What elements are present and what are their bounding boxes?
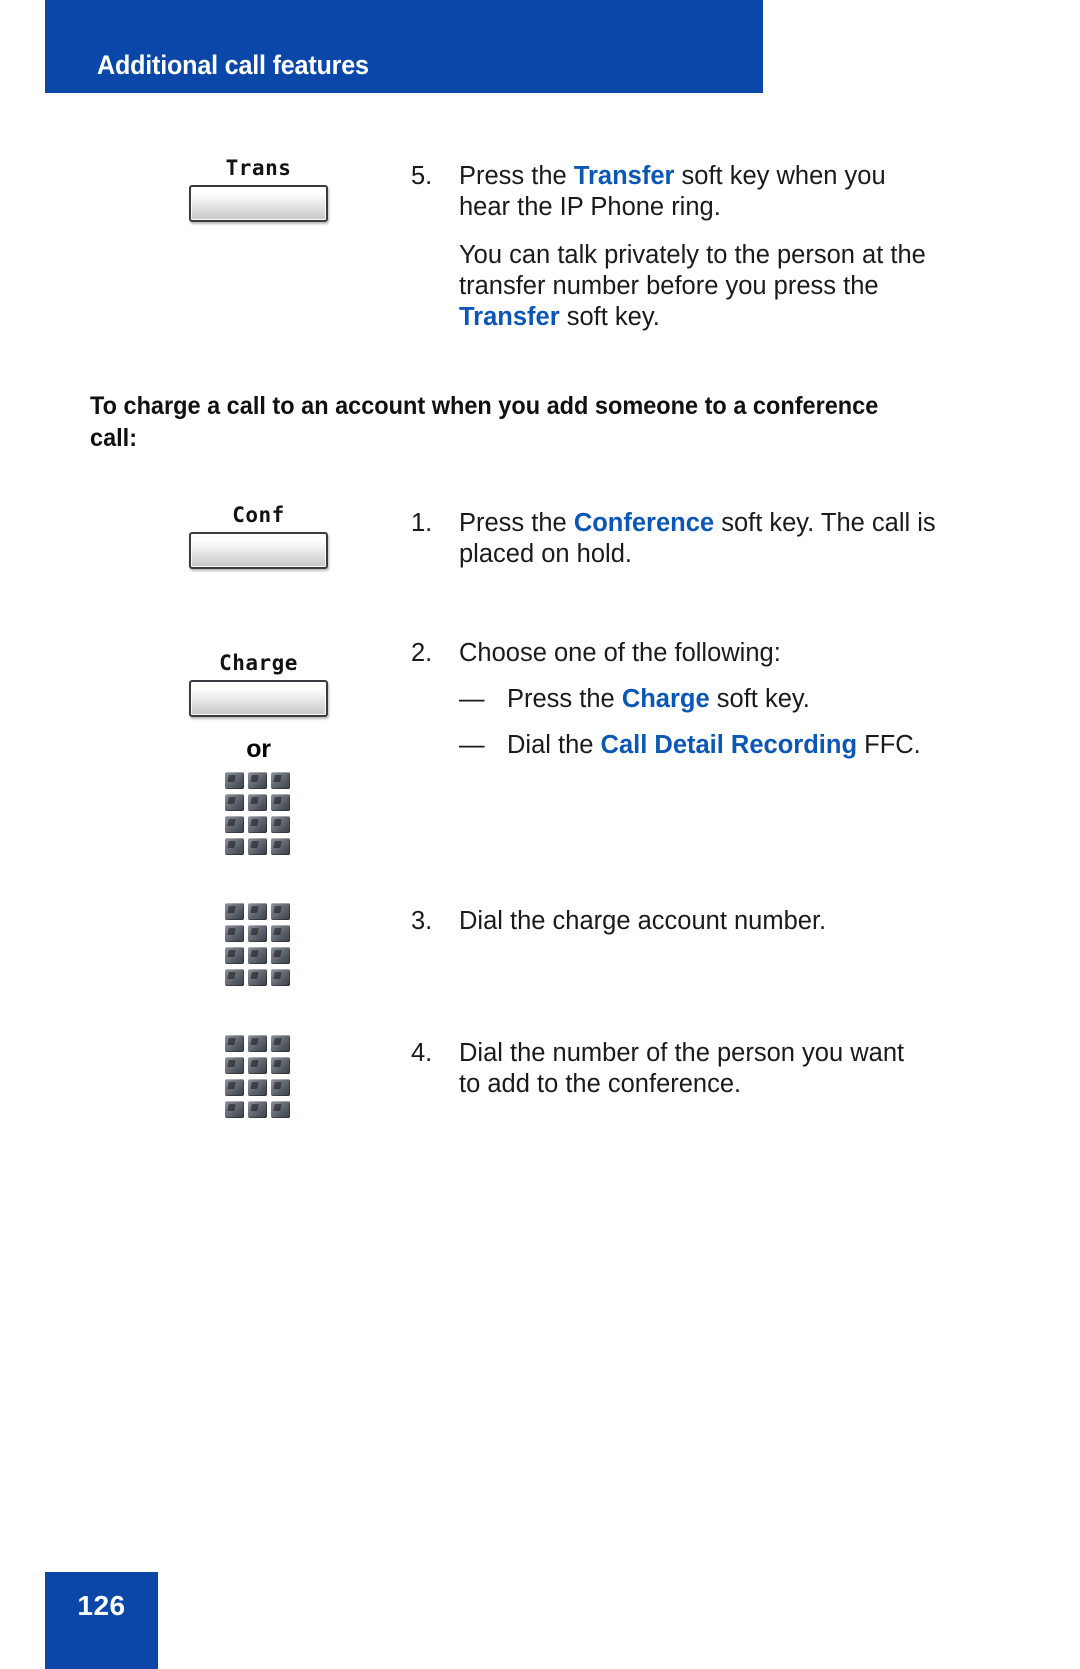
step-choose-text: Choose one of the following: [459, 639, 781, 667]
text-fragment: soft key. [709, 685, 810, 713]
keypad-key[interactable] [225, 1035, 244, 1052]
step-dial-account: 3. Dial the charge account number. [411, 906, 941, 937]
step-choose: 2. Choose one of the following: [411, 638, 941, 669]
keypad-key[interactable] [248, 1057, 267, 1074]
page-title: Additional call features [97, 50, 369, 80]
keypad-key[interactable] [271, 1079, 290, 1096]
keypad-key[interactable] [225, 794, 244, 811]
choose-option-charge-text: Press the Charge soft key. [507, 684, 810, 715]
keypad-key[interactable] [248, 1035, 267, 1052]
note-transfer-privacy: You can talk privately to the person at … [459, 240, 929, 333]
keypad-key[interactable] [225, 772, 244, 789]
step-choose-number: 2. [411, 639, 433, 667]
page-number: 126 [77, 1590, 126, 1621]
softkey-trans[interactable]: Trans [186, 158, 331, 222]
text-fragment: Press the [507, 685, 622, 713]
page-header-band: Additional call features [45, 0, 763, 93]
keypad-key[interactable] [225, 816, 244, 833]
keypad-key[interactable] [225, 1057, 244, 1074]
keypad-key[interactable] [271, 794, 290, 811]
softkey-charge[interactable]: Charge [186, 653, 331, 717]
keypad-key[interactable] [225, 903, 244, 920]
keypad-key[interactable] [271, 772, 290, 789]
keypad-key[interactable] [248, 947, 267, 964]
keypad-key[interactable] [271, 947, 290, 964]
keypad-key[interactable] [248, 794, 267, 811]
keypad-key[interactable] [225, 1079, 244, 1096]
keypad-key[interactable] [248, 816, 267, 833]
keypad-key[interactable] [271, 925, 290, 942]
keypad-key[interactable] [248, 925, 267, 942]
or-separator: or [246, 735, 271, 763]
keypad-grid [225, 1035, 291, 1118]
keypad-icon-dial-ffc[interactable] [225, 772, 291, 855]
step-dial-person: 4. Dial the number of the person you wan… [411, 1038, 931, 1100]
dash-marker: — [459, 685, 485, 713]
step-transfer: 5. Press the Transfer soft key when you … [411, 161, 941, 223]
softkey-trans-button[interactable] [189, 185, 328, 222]
keypad-icon-dial-person[interactable] [225, 1035, 291, 1118]
softkey-conf[interactable]: Conf [186, 505, 331, 569]
text-fragment: Dial the [507, 731, 601, 759]
step-dial-account-number: 3. [411, 907, 433, 935]
choose-option-cdr-text: Dial the Call Detail Recording FFC. [507, 730, 921, 761]
keypad-key[interactable] [225, 1101, 244, 1118]
choose-option-charge: — Press the Charge soft key. [459, 684, 949, 715]
page-footer-band: 126 [45, 1572, 158, 1669]
keypad-key[interactable] [248, 903, 267, 920]
keypad-key[interactable] [271, 969, 290, 986]
keypad-key[interactable] [248, 838, 267, 855]
keypad-grid [225, 903, 291, 986]
keyword-conference: Conference [573, 509, 715, 537]
keyword-transfer-note: Transfer [459, 303, 560, 331]
keypad-key[interactable] [248, 969, 267, 986]
softkey-charge-label: Charge [219, 651, 298, 675]
keyword-call-detail-recording: Call Detail Recording [600, 731, 858, 759]
softkey-conf-button[interactable] [189, 532, 328, 569]
keypad-key[interactable] [225, 925, 244, 942]
softkey-conf-label: Conf [232, 503, 285, 527]
text-fragment: Press the [459, 509, 574, 537]
keyword-charge: Charge [621, 685, 710, 713]
keypad-key[interactable] [248, 772, 267, 789]
text-fragment: soft key. [559, 303, 660, 331]
keypad-grid [225, 772, 291, 855]
step-dial-person-number: 4. [411, 1039, 433, 1067]
keypad-key[interactable] [248, 1079, 267, 1096]
keypad-key[interactable] [225, 969, 244, 986]
keypad-key[interactable] [271, 903, 290, 920]
keypad-key[interactable] [271, 1057, 290, 1074]
keypad-key[interactable] [271, 1101, 290, 1118]
softkey-trans-label: Trans [225, 156, 292, 180]
section-heading-charge-conference: To charge a call to an account when you … [90, 392, 879, 452]
step-conference: 1. Press the Conference soft key. The ca… [411, 508, 941, 570]
step-dial-account-text: Dial the charge account number. [459, 907, 827, 935]
text-fragment: You can talk privately to the person at … [459, 241, 926, 300]
keypad-icon-dial-account[interactable] [225, 903, 291, 986]
keypad-key[interactable] [225, 838, 244, 855]
step-dial-person-text: Dial the number of the person you want t… [459, 1039, 905, 1098]
text-fragment: FFC. [857, 731, 921, 759]
dash-marker: — [459, 731, 485, 759]
keypad-key[interactable] [271, 816, 290, 833]
text-fragment: Press the [459, 162, 574, 190]
step-transfer-text: Press the Transfer soft key when you hea… [459, 161, 941, 223]
softkey-charge-button[interactable] [189, 680, 328, 717]
keypad-key[interactable] [271, 1035, 290, 1052]
keypad-key[interactable] [248, 1101, 267, 1118]
choose-option-cdr-ffc: — Dial the Call Detail Recording FFC. [459, 730, 959, 761]
step-conference-number: 1. [411, 509, 433, 537]
step-conference-text: Press the Conference soft key. The call … [459, 508, 941, 570]
keyword-transfer: Transfer [573, 162, 675, 190]
keypad-key[interactable] [225, 947, 244, 964]
step-transfer-number: 5. [411, 162, 433, 190]
keypad-key[interactable] [271, 838, 290, 855]
